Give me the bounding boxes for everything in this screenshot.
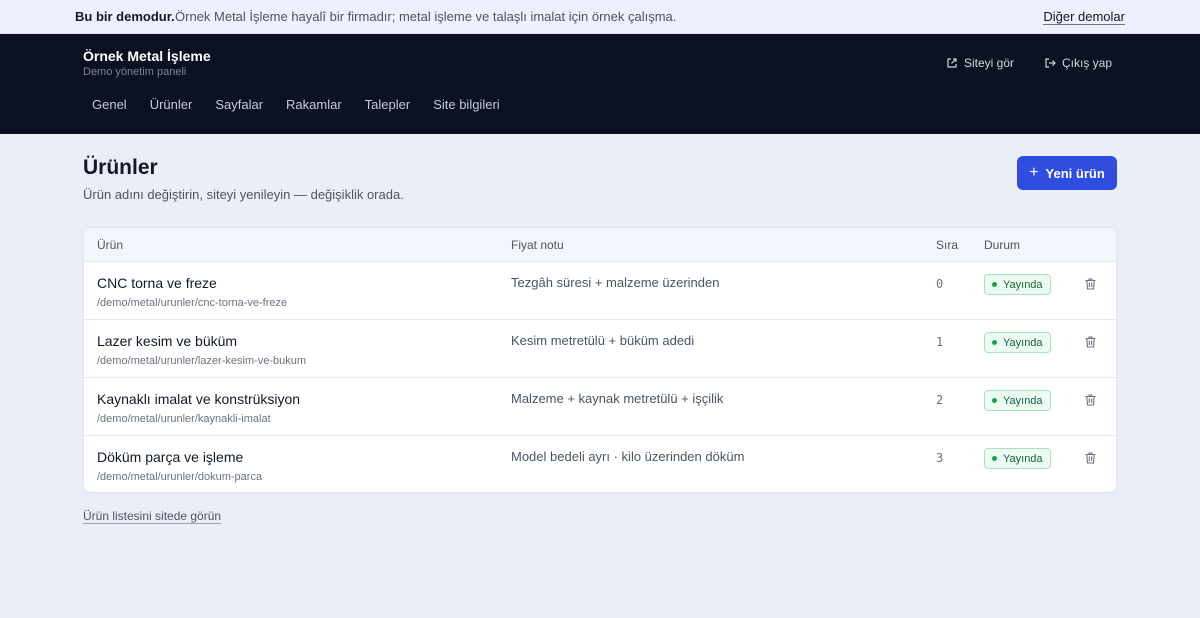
col-header-order: Sıra [936, 238, 959, 252]
nav-item-sayfalar[interactable]: Sayfalar [215, 97, 263, 112]
product-path: /demo/metal/urunler/kaynakli-imalat [97, 413, 271, 425]
nav-item-genel[interactable]: Genel [92, 97, 127, 112]
col-header-product: Ürün [97, 238, 124, 252]
product-order: 2 [936, 393, 944, 407]
external-link-icon [947, 58, 957, 68]
brand-subtitle: Demo yönetim paneli [83, 66, 187, 78]
product-price-note: Model bedeli ayrı · kilo üzerinden döküm [511, 449, 745, 464]
logout-button[interactable]: Çıkış yap [1044, 56, 1112, 70]
nav-item-site-bilgileri[interactable]: Site bilgileri [433, 97, 499, 112]
view-site-button[interactable]: Siteyi gör [946, 56, 1014, 70]
banner-text: Örnek Metal İşleme hayalî bir firmadır; … [175, 9, 677, 24]
table-header: Ürün Fiyat notu Sıra Durum [84, 228, 1116, 262]
page-subtitle: Ürün adını değiştirin, siteyi yenileyin … [83, 187, 404, 202]
status-badge[interactable]: Yayında [984, 448, 1051, 469]
product-path: /demo/metal/urunler/dokum-parca [97, 471, 263, 483]
logout-label: Çıkış yap [1062, 56, 1113, 70]
status-badge[interactable]: Yayında [984, 332, 1051, 353]
demo-banner: Bu bir demodur. Örnek Metal İşleme hayal… [0, 0, 1200, 34]
product-name[interactable]: Kaynaklı imalat ve konstrüksiyon [97, 391, 300, 407]
status-label: Yayında [1003, 394, 1043, 407]
status-label: Yayında [1003, 336, 1043, 349]
product-price-note: Tezgâh süresi + malzeme üzerinden [511, 275, 720, 290]
status-dot-icon [992, 282, 997, 287]
trash-icon[interactable] [1084, 335, 1097, 349]
view-products-on-site-link[interactable]: Ürün listesini sitede görün [83, 509, 222, 524]
product-name[interactable]: CNC torna ve freze [97, 275, 217, 291]
brand-title: Örnek Metal İşleme [83, 48, 211, 64]
table-row[interactable]: Döküm parça ve işleme /demo/metal/urunle… [84, 436, 1116, 492]
status-dot-icon [992, 456, 997, 461]
products-table: Ürün Fiyat notu Sıra Durum CNC torna ve … [83, 227, 1117, 493]
nav-item-talepler[interactable]: Talepler [365, 97, 411, 112]
view-site-label: Siteyi gör [964, 56, 1015, 70]
nav-item-rakamlar[interactable]: Rakamlar [286, 97, 342, 112]
new-product-label: Yeni ürün [1045, 165, 1105, 181]
plus-icon: + [1029, 164, 1039, 181]
status-badge[interactable]: Yayında [984, 390, 1051, 411]
logout-icon [1045, 58, 1056, 68]
trash-icon[interactable] [1084, 393, 1097, 407]
new-product-button[interactable]: + Yeni ürün [1017, 156, 1117, 190]
product-price-note: Kesim metretülü + büküm adedi [511, 333, 695, 348]
table-row[interactable]: CNC torna ve freze /demo/metal/urunler/c… [84, 262, 1116, 320]
other-demos-link[interactable]: Diğer demolar [1043, 9, 1125, 25]
status-label: Yayında [1003, 278, 1043, 291]
table-row[interactable]: Kaynaklı imalat ve konstrüksiyon /demo/m… [84, 378, 1116, 436]
product-price-note: Malzeme + kaynak metretülü + işçilik [511, 391, 724, 406]
product-order: 1 [936, 335, 944, 349]
banner-strong-text: Bu bir demodur. [75, 9, 175, 24]
col-header-price: Fiyat notu [511, 238, 564, 252]
product-path: /demo/metal/urunler/cnc-torna-ve-freze [97, 297, 288, 309]
product-path: /demo/metal/urunler/lazer-kesim-ve-bukum [97, 355, 307, 367]
status-label: Yayında [1003, 452, 1043, 465]
trash-icon[interactable] [1084, 451, 1097, 465]
status-dot-icon [992, 398, 997, 403]
table-row[interactable]: Lazer kesim ve büküm /demo/metal/urunler… [84, 320, 1116, 378]
status-badge[interactable]: Yayında [984, 274, 1051, 295]
main-nav: Genel Ürünler Sayfalar Rakamlar Talepler… [92, 97, 523, 112]
product-order: 0 [936, 277, 944, 291]
page-title: Ürünler [83, 156, 158, 179]
product-order: 3 [936, 451, 944, 465]
col-header-status: Durum [984, 238, 1021, 252]
nav-item-urunler[interactable]: Ürünler [150, 97, 193, 112]
product-name[interactable]: Döküm parça ve işleme [97, 449, 243, 465]
product-name[interactable]: Lazer kesim ve büküm [97, 333, 237, 349]
trash-icon[interactable] [1084, 277, 1097, 291]
app-header: Örnek Metal İşleme Demo yönetim paneli S… [0, 34, 1200, 134]
status-dot-icon [992, 340, 997, 345]
